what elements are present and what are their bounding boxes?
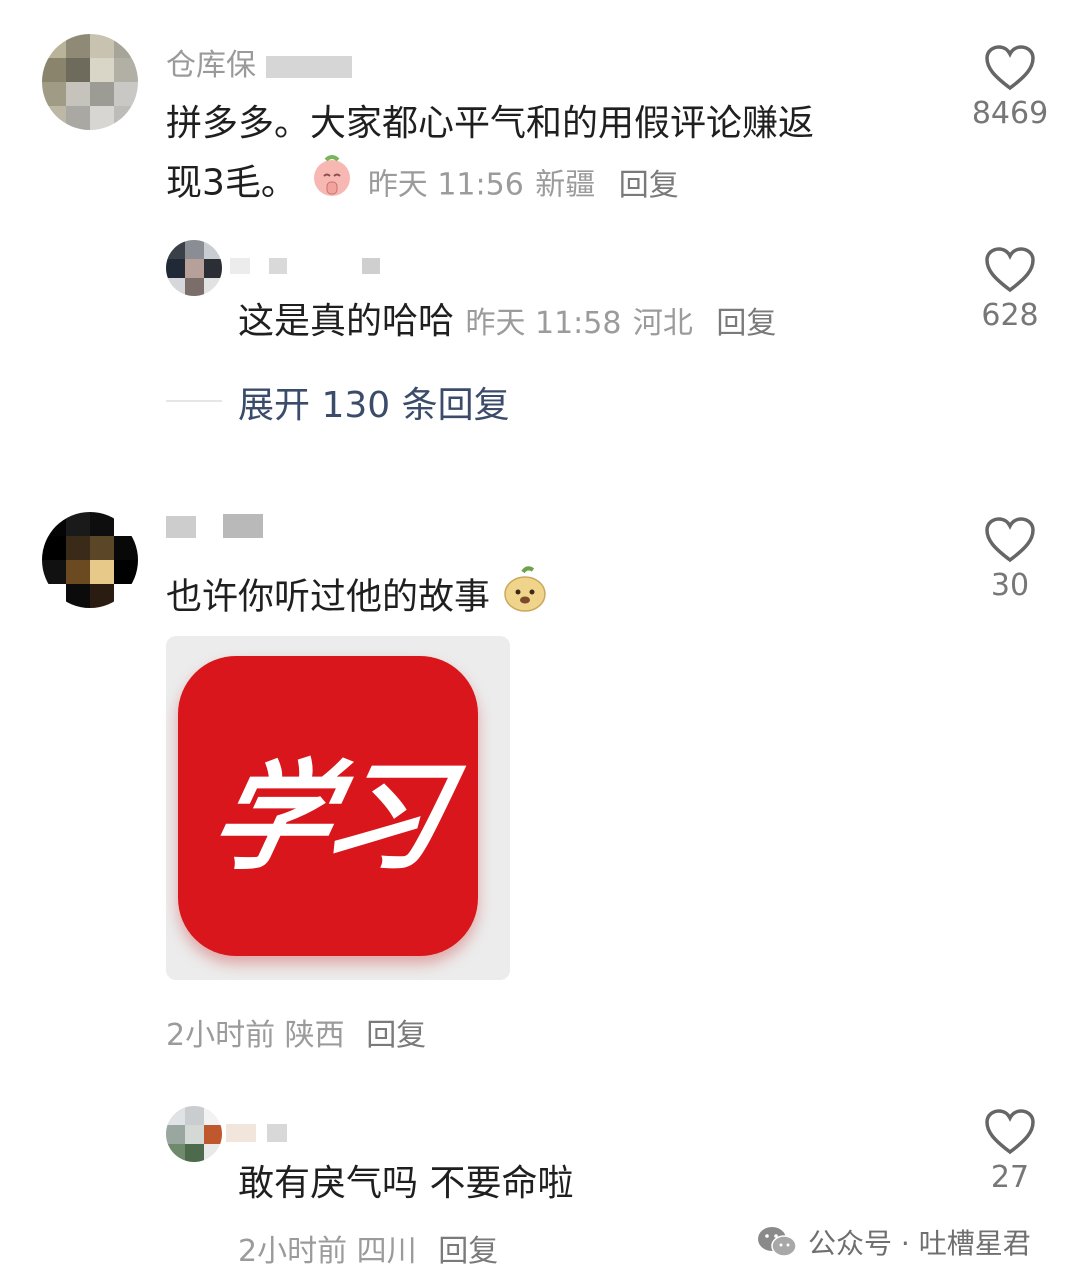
like-count: 628 [981, 298, 1039, 333]
comment-meta: 2小时前 陕西 回复 [166, 1010, 426, 1054]
peach-face-emoji [501, 566, 549, 631]
comment-text: 拼多多。大家都心平气和的用假评论赚返 现3毛。 昨天 11:56 新疆 回复 [166, 96, 926, 217]
avatar[interactable] [42, 34, 138, 130]
comment-location: 河北 [632, 306, 693, 341]
like-count: 30 [990, 568, 1030, 603]
comment-text: 也许你听过他的故事 [166, 576, 491, 618]
comment-time: 2小时前 [166, 1018, 276, 1053]
reply-button[interactable]: 回复 [366, 1018, 426, 1053]
expand-replies-button[interactable]: 展开 130 条回复 [238, 376, 510, 428]
comment-time: 2小时前 [238, 1234, 348, 1269]
like-button[interactable]: 8469 [950, 44, 1070, 131]
username-blur [230, 258, 381, 278]
avatar[interactable] [42, 512, 138, 608]
heart-icon [985, 45, 1035, 91]
reply-button[interactable]: 回复 [716, 306, 776, 341]
username[interactable]: 仓库保 [166, 40, 352, 84]
like-button[interactable]: 30 [950, 516, 1070, 603]
reply-text-row: 这是真的哈哈 昨天 11:58 河北 回复 [238, 294, 776, 352]
reply-button[interactable]: 回复 [619, 168, 679, 203]
comment-location: 陕西 [284, 1018, 345, 1053]
comment-image[interactable]: 学习 [166, 636, 510, 980]
comment-location: 新疆 [535, 167, 596, 203]
comment-text: 这是真的哈哈 [238, 301, 455, 342]
comment-meta: 2小时前 四川 回复 [238, 1226, 498, 1270]
watermark-text: 公众号 · 吐槽星君 [808, 1227, 1031, 1260]
like-count: 27 [990, 1160, 1030, 1195]
username-blur [166, 514, 264, 542]
logo-text: 学习 [199, 746, 453, 886]
username-text: 仓库保 [166, 48, 256, 83]
comment-text-row: 也许你听过他的故事 [166, 566, 549, 631]
avatar[interactable] [166, 240, 222, 296]
divider [166, 400, 222, 402]
comment-text-line2: 现3毛。 [166, 162, 297, 204]
like-count: 8469 [971, 96, 1049, 131]
like-button[interactable]: 628 [950, 246, 1070, 333]
avatar[interactable] [166, 1106, 222, 1162]
peach-pray-emoji [308, 152, 356, 217]
wechat-icon [758, 1227, 797, 1257]
comment-text-line1: 拼多多。大家都心平气和的用假评论赚返 [166, 103, 815, 144]
comment-time: 昨天 11:56 [367, 167, 524, 203]
like-button[interactable]: 27 [950, 1108, 1070, 1195]
heart-icon [985, 247, 1035, 293]
watermark: 公众号 · 吐槽星君 [756, 1222, 1031, 1262]
app-logo: 学习 [178, 656, 478, 956]
comment-time: 昨天 11:58 [465, 306, 622, 341]
heart-icon [985, 517, 1035, 563]
comment-text: 敢有戾气吗 不要命啦 [238, 1163, 574, 1204]
username-blur [265, 55, 352, 78]
username-blur [226, 1124, 288, 1146]
reply-button[interactable]: 回复 [438, 1234, 498, 1269]
comment-location: 四川 [356, 1234, 417, 1269]
heart-icon [985, 1109, 1035, 1155]
